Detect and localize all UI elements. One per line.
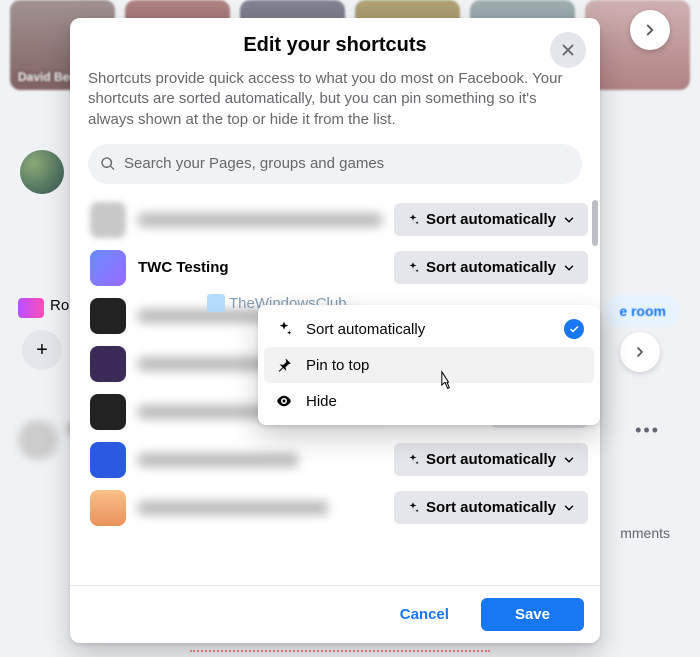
menu-option-label: Hide [306, 393, 337, 410]
sort-dropdown-button[interactable]: Sort automatically [394, 491, 588, 524]
shortcut-row: TWC Testing Sort automatically [84, 244, 594, 292]
shortcut-avatar [90, 250, 126, 286]
video-icon [18, 298, 44, 318]
sort-dropdown-button[interactable]: Sort automatically [394, 203, 588, 236]
cancel-button[interactable]: Cancel [378, 598, 471, 631]
sparkle-icon [406, 453, 420, 467]
shortcut-row: Sort automatically [84, 196, 594, 244]
selected-check-icon [564, 319, 584, 339]
search-field[interactable] [88, 144, 582, 184]
shortcut-name [138, 213, 382, 227]
shortcut-avatar [90, 346, 126, 382]
sparkle-icon [406, 501, 420, 515]
eye-icon [274, 391, 294, 411]
save-button[interactable]: Save [481, 598, 584, 631]
modal-footer: Cancel Save [70, 585, 600, 643]
post-menu-dots[interactable]: ••• [635, 420, 660, 441]
comments-link[interactable]: mments [620, 525, 670, 541]
sort-dropdown-button[interactable]: Sort automatically [394, 251, 588, 284]
menu-option-label: Sort automatically [306, 321, 425, 338]
pill-label: Sort automatically [426, 451, 556, 468]
modal-title: Edit your shortcuts [130, 34, 540, 57]
background-avatar [20, 150, 64, 194]
pill-label: Sort automatically [426, 211, 556, 228]
shortcut-name: TWC Testing [138, 259, 382, 276]
menu-option-pin-to-top[interactable]: Pin to top [264, 347, 594, 383]
shortcut-avatar [90, 490, 126, 526]
shortcut-avatar [90, 298, 126, 334]
search-icon [100, 156, 116, 172]
carousel-next-arrow[interactable] [620, 332, 660, 372]
sparkle-icon [274, 319, 294, 339]
background-post-avatar [18, 420, 58, 460]
pill-label: Sort automatically [426, 259, 556, 276]
chevron-down-icon [562, 261, 576, 275]
scrollbar-thumb[interactable] [592, 200, 598, 246]
pill-label: Sort automatically [426, 499, 556, 516]
stories-next-arrow[interactable] [630, 10, 670, 50]
shortcut-avatar [90, 394, 126, 430]
shortcut-row: Sort automatically [84, 484, 594, 532]
close-icon [559, 41, 577, 59]
chevron-down-icon [562, 453, 576, 467]
shortcut-avatar [90, 202, 126, 238]
add-button[interactable]: + [22, 330, 62, 370]
background-divider [190, 650, 490, 652]
shortcut-avatar [90, 442, 126, 478]
shortcut-row: Sort automatically [84, 436, 594, 484]
search-container [70, 144, 600, 192]
menu-option-sort-automatically[interactable]: Sort automatically [264, 311, 594, 347]
menu-option-hide[interactable]: Hide [264, 383, 594, 419]
menu-option-label: Pin to top [306, 357, 369, 374]
modal-header: Edit your shortcuts [70, 18, 600, 69]
pin-icon [274, 355, 294, 375]
create-room-button[interactable]: e room [605, 295, 680, 327]
modal-description: Shortcuts provide quick access to what y… [70, 69, 600, 144]
sparkle-icon [406, 213, 420, 227]
shortcut-name [138, 501, 328, 515]
chevron-down-icon [562, 501, 576, 515]
sort-dropdown-button[interactable]: Sort automatically [394, 443, 588, 476]
shortcut-name [138, 453, 298, 467]
chevron-down-icon [562, 213, 576, 227]
background-room-label: Ro [50, 297, 69, 314]
search-input[interactable] [124, 155, 570, 172]
sparkle-icon [406, 261, 420, 275]
sort-dropdown-menu: Sort automatically Pin to top Hide [258, 305, 600, 425]
close-button[interactable] [550, 32, 586, 68]
